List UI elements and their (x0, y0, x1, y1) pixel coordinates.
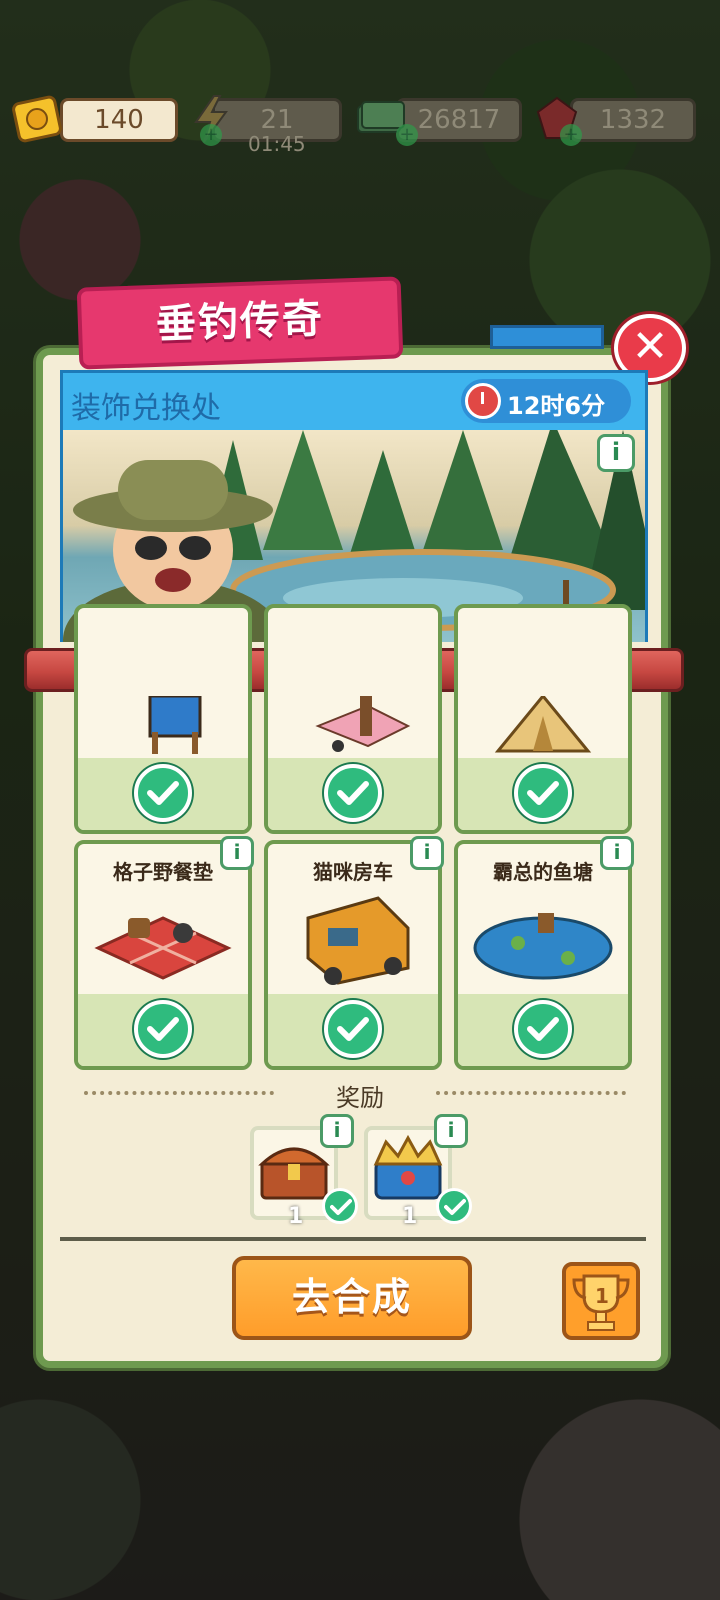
item-info-button[interactable]: i (600, 836, 634, 870)
check-icon (514, 1000, 572, 1058)
scene-info-button[interactable]: i (597, 434, 635, 472)
countdown-text: 12时6分 (507, 392, 606, 420)
check-icon (134, 764, 192, 822)
tickets-value: 140 (60, 98, 178, 142)
reward-count: 1 (288, 1204, 304, 1229)
gems-counter[interactable]: 1332 + (530, 96, 696, 146)
countdown-pill: 12时6分 (461, 379, 631, 423)
item-tile-tree-cart[interactable] (264, 604, 442, 834)
panel-tab-accent (490, 325, 604, 349)
gems-value: 1332 (570, 98, 696, 142)
item-tile-easel[interactable] (74, 604, 252, 834)
reward-info-button[interactable]: i (434, 1114, 468, 1148)
reward-divider-right (436, 1091, 626, 1095)
rewards-title: 奖励 (336, 1084, 384, 1112)
check-icon (134, 1000, 192, 1058)
check-icon (324, 1000, 382, 1058)
cash-counter[interactable]: 26817 + (352, 98, 522, 146)
banner-title: 装饰兑换处 (71, 391, 221, 426)
cash-plus-icon[interactable]: + (396, 124, 418, 146)
trophy-button[interactable]: 1 (562, 1262, 640, 1340)
check-icon (324, 764, 382, 822)
item-info-button[interactable]: i (220, 836, 254, 870)
item-tile-picnic-mat[interactable]: 格子野餐垫 (74, 840, 252, 1070)
item-tile-cat-camper[interactable]: 猫咪房车 (264, 840, 442, 1070)
event-title: 垂钓传奇 (76, 276, 404, 370)
exchange-banner: 装饰兑换处 12时6分 (60, 370, 648, 432)
fish-pond-image (473, 913, 613, 980)
energy-plus-icon[interactable]: + (200, 124, 222, 146)
check-icon (514, 764, 572, 822)
gems-plus-icon[interactable]: + (560, 124, 582, 146)
reward-info-button[interactable]: i (320, 1114, 354, 1148)
ticket-icon (12, 95, 62, 143)
tent-image (494, 696, 592, 753)
panel-divider (60, 1237, 646, 1241)
easel-image (148, 696, 202, 754)
tree-cart-image (315, 696, 411, 752)
tickets-counter[interactable]: 140 (10, 95, 178, 143)
go-merge-button[interactable]: 去合成 (232, 1256, 472, 1340)
reward-check-icon (322, 1188, 358, 1224)
energy-timer: 01:45 (248, 132, 306, 156)
item-info-button[interactable]: i (410, 836, 444, 870)
item-tile-fish-pond[interactable]: 霸总的鱼塘 (454, 840, 632, 1070)
reward-count: 1 (402, 1204, 418, 1229)
reward-check-icon (436, 1188, 472, 1224)
clock-icon (465, 383, 501, 419)
picnic-mat-image (94, 916, 232, 980)
item-tile-tent[interactable] (454, 604, 632, 834)
camper-van-image (306, 896, 410, 985)
trophy-rank: 1 (595, 1284, 609, 1308)
